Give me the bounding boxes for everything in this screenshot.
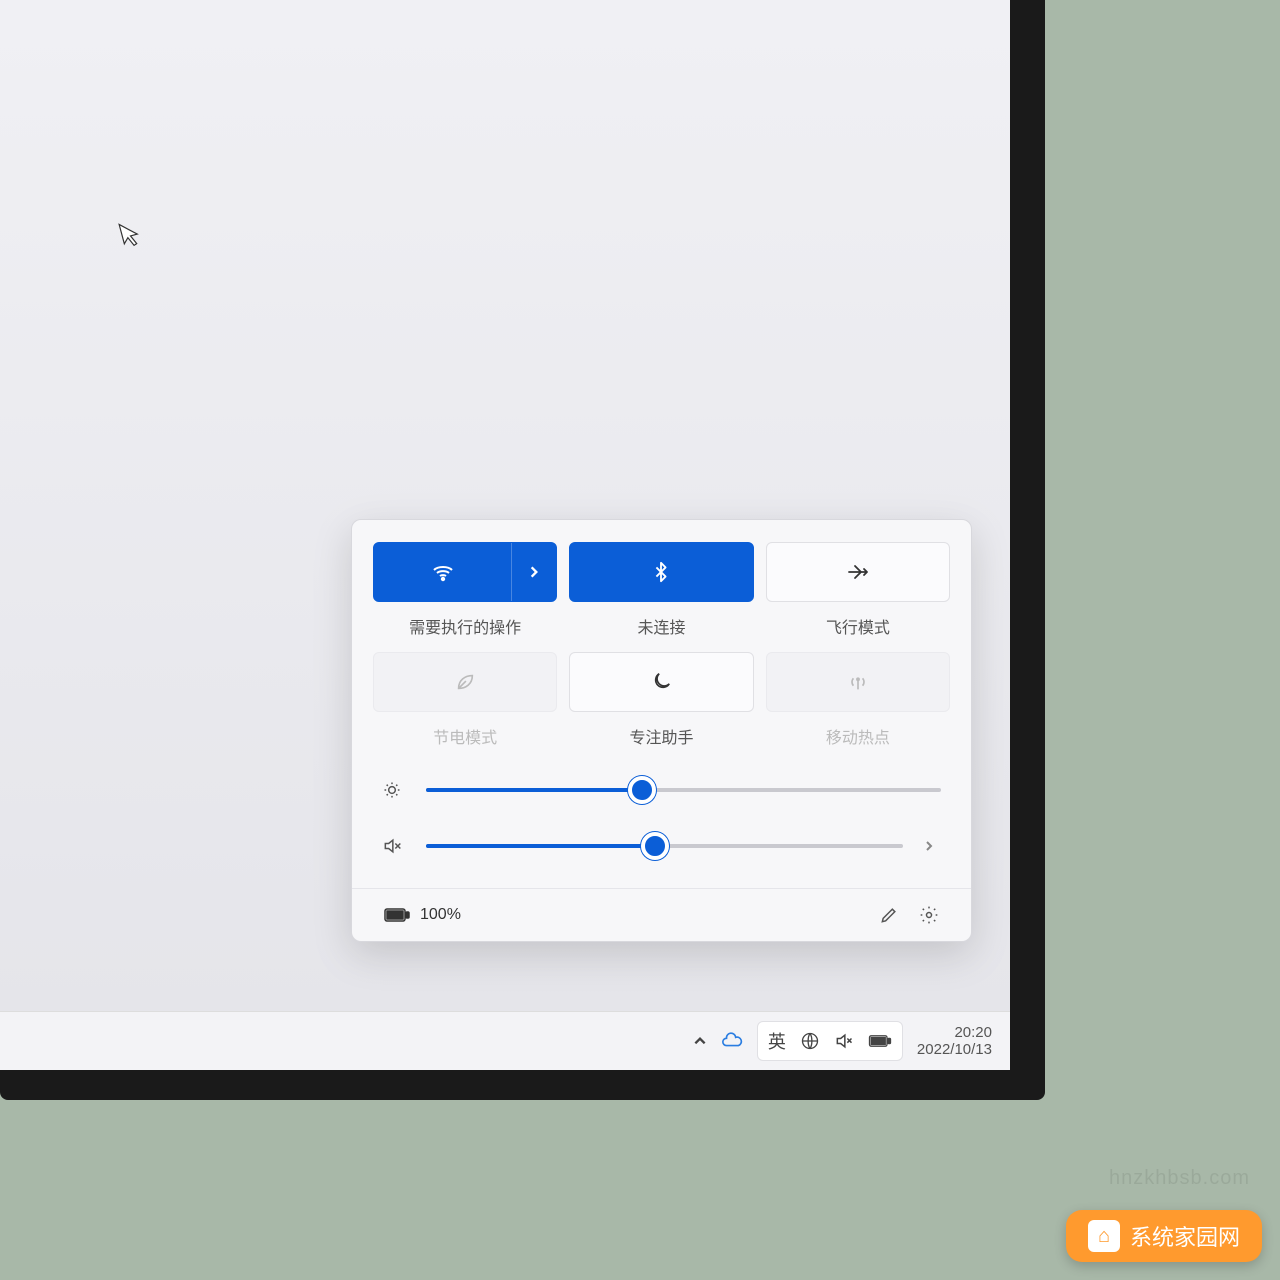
brightness-slider[interactable] (426, 788, 941, 792)
hotspot-label: 移动热点 (826, 724, 890, 748)
volume-tray-icon[interactable] (834, 1031, 854, 1051)
battery-status[interactable]: 100% (362, 906, 461, 924)
clock-time: 20:20 (917, 1024, 992, 1041)
ime-indicator[interactable]: 英 (768, 1028, 786, 1054)
bluetooth-label: 未连接 (637, 614, 685, 638)
house-icon: ⌂ (1088, 1220, 1120, 1252)
ime-globe-icon[interactable] (800, 1031, 820, 1051)
battery-saver-label: 节电模式 (433, 724, 497, 748)
volume-slider-thumb[interactable] (641, 832, 669, 860)
volume-slider[interactable] (426, 844, 903, 848)
quick-settings-footer: 100% (352, 888, 971, 941)
quick-settings-tiles: 需要执行的操作 未连接 飞行模式 (374, 542, 949, 748)
brightness-slider-thumb[interactable] (628, 776, 656, 804)
sliders-section (374, 776, 949, 888)
system-tray-group[interactable]: 英 (757, 1021, 903, 1061)
battery-icon (384, 907, 410, 923)
desktop[interactable]: 需要执行的操作 未连接 飞行模式 (0, 0, 1010, 1012)
quick-settings-panel: 需要执行的操作 未连接 飞行模式 (351, 519, 972, 942)
onedrive-tray-icon[interactable] (721, 1030, 743, 1052)
airplane-tile: 飞行模式 (767, 542, 949, 638)
taskbar: 英 20:20 2022/10/13 (0, 1011, 1010, 1070)
wifi-expand-button[interactable] (511, 543, 556, 601)
wifi-label: 需要执行的操作 (409, 614, 521, 638)
battery-text: 100% (420, 906, 461, 924)
hotspot-tile: 移动热点 (767, 652, 949, 748)
hotspot-button (766, 652, 950, 712)
hotspot-icon (847, 671, 869, 693)
bluetooth-button[interactable] (569, 542, 753, 602)
battery-tray-icon[interactable] (868, 1034, 892, 1048)
battery-saver-tile: 节电模式 (374, 652, 556, 748)
airplane-icon (846, 560, 870, 584)
wifi-icon (431, 560, 455, 584)
clock-date: 2022/10/13 (917, 1041, 992, 1058)
screen: 需要执行的操作 未连接 飞行模式 (0, 0, 1010, 1070)
volume-slider-row (382, 836, 941, 856)
monitor-bezel: 需要执行的操作 未连接 飞行模式 (0, 0, 1045, 1100)
volume-muted-icon (382, 836, 406, 856)
chevron-right-icon (527, 565, 541, 579)
focus-assist-button[interactable] (569, 652, 753, 712)
focus-assist-tile: 专注助手 (570, 652, 752, 748)
wifi-button[interactable] (373, 542, 557, 602)
taskbar-clock[interactable]: 20:20 2022/10/13 (917, 1024, 992, 1059)
watermark-text: 系统家园网 (1130, 1220, 1240, 1252)
cursor-icon (117, 218, 144, 250)
settings-button[interactable] (919, 905, 939, 925)
tray-overflow-button[interactable] (693, 1034, 707, 1048)
bluetooth-icon (650, 561, 672, 583)
airplane-label: 飞行模式 (826, 614, 890, 638)
brightness-slider-row (382, 780, 941, 800)
bluetooth-tile: 未连接 (570, 542, 752, 638)
battery-saver-button (373, 652, 557, 712)
wifi-tile: 需要执行的操作 (374, 542, 556, 638)
focus-assist-label: 专注助手 (629, 724, 693, 748)
airplane-button[interactable] (766, 542, 950, 602)
edit-quick-settings-button[interactable] (879, 905, 899, 925)
watermark-badge: ⌂ 系统家园网 (1066, 1210, 1262, 1262)
volume-expand-button[interactable] (923, 840, 941, 852)
moon-icon (650, 671, 672, 693)
leaf-icon (454, 671, 476, 693)
brightness-icon (382, 780, 406, 800)
watermark-url: hnzkhbsb.com (1109, 1167, 1250, 1190)
